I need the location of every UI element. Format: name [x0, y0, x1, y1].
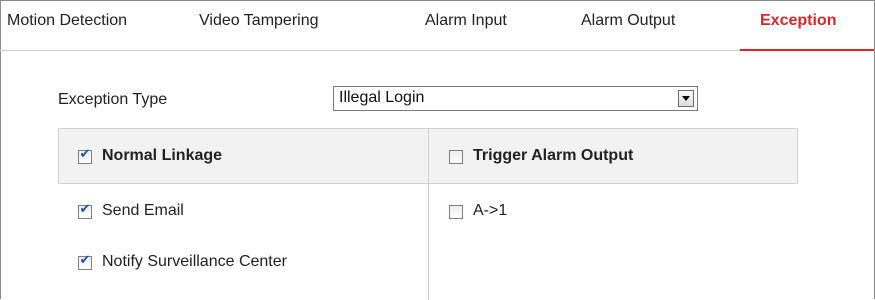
exception-type-value: Illegal Login: [339, 89, 425, 106]
alarm-output-a1-checkbox[interactable]: ✔: [449, 205, 463, 219]
trigger-alarm-output-label: Trigger Alarm Output: [473, 147, 634, 164]
send-email-label: Send Email: [102, 202, 184, 219]
trigger-alarm-output-checkbox[interactable]: ✔: [449, 150, 463, 164]
normal-linkage-checkbox[interactable]: ✔: [78, 147, 92, 164]
table-border-right: [797, 128, 798, 184]
tab-alarm-input[interactable]: Alarm Input: [425, 12, 507, 30]
tab-alarm-output[interactable]: Alarm Output: [581, 12, 675, 30]
notify-surveillance-center-checkbox[interactable]: ✔: [78, 253, 92, 270]
notify-surveillance-center-label: Notify Surveillance Center: [102, 253, 287, 270]
tab-exception[interactable]: Exception: [760, 12, 836, 30]
send-email-checkbox[interactable]: ✔: [78, 202, 92, 219]
dropdown-arrow-icon[interactable]: [678, 90, 694, 107]
table-column-divider: [428, 128, 429, 300]
normal-linkage-label: Normal Linkage: [102, 147, 223, 164]
exception-type-label: Exception Type: [58, 91, 168, 108]
table-border-left: [58, 128, 59, 184]
active-tab-indicator: [740, 49, 874, 51]
check-icon: ✔: [79, 253, 91, 268]
check-icon: ✔: [79, 202, 91, 217]
tab-motion-detection[interactable]: Motion Detection: [7, 12, 127, 30]
tab-bar: Motion Detection Video Tampering Alarm I…: [0, 0, 874, 51]
exception-type-select[interactable]: Illegal Login: [333, 86, 698, 111]
tab-video-tampering[interactable]: Video Tampering: [199, 12, 319, 30]
alarm-output-a1-label: A->1: [473, 202, 508, 219]
linkage-table: ✔ Normal Linkage ✔ Trigger Alarm Output …: [58, 128, 798, 300]
check-icon: ✔: [79, 147, 91, 162]
